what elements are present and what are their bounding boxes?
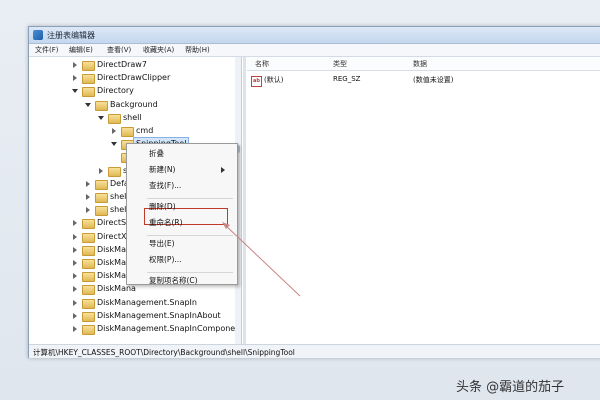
value-row[interactable]: ab (默认) REG_SZ (数值未设置) [247, 75, 600, 87]
collapsed-arrow-icon[interactable] [73, 75, 77, 82]
collapsed-arrow-icon[interactable] [112, 128, 116, 134]
folder-icon [82, 325, 95, 335]
collapsed-arrow-icon[interactable] [86, 207, 90, 214]
collapsed-arrow-icon[interactable] [73, 246, 77, 253]
regedit-app-icon [33, 30, 43, 40]
context-menu-item[interactable]: 权限(P)... [149, 254, 233, 266]
title-bar[interactable]: 注册表编辑器 [29, 27, 600, 44]
collapsed-arrow-icon[interactable] [86, 194, 90, 200]
tree-node-label: DiskManagement.SnapInAbout [97, 310, 221, 320]
expanded-arrow-icon[interactable] [98, 115, 104, 120]
folder-icon [82, 61, 95, 71]
pane-splitter[interactable] [243, 57, 246, 357]
context-menu-item[interactable]: 导出(E) [149, 238, 233, 250]
tree-node-label: DirectDraw7 [97, 60, 147, 69]
values-list-header: 名称 类型 数据 [247, 57, 600, 71]
collapsed-arrow-icon[interactable] [73, 260, 77, 266]
tree-node-label: DiskManagement.SnapInComponent [97, 324, 242, 333]
context-menu-item-label: 删除(D) [149, 202, 176, 211]
context-menu-item-label: 查找(F)... [149, 181, 182, 190]
status-bar: 计算机\HKEY_CLASSES_ROOT\Directory\Backgrou… [29, 344, 600, 358]
folder-icon [82, 74, 95, 85]
menu-file[interactable]: 文件(F) [35, 45, 59, 55]
folder-icon [108, 113, 121, 124]
collapsed-arrow-icon[interactable] [73, 62, 77, 68]
folder-icon [95, 179, 108, 190]
column-name[interactable]: 名称 [255, 59, 269, 69]
menu-separator [147, 235, 233, 236]
folder-icon [95, 206, 108, 217]
folder-icon [82, 87, 95, 98]
folder-icon [82, 298, 95, 309]
collapsed-arrow-icon[interactable] [73, 326, 77, 332]
folder-icon [95, 193, 108, 203]
context-menu-item[interactable]: 新建(N) [149, 164, 233, 176]
folder-icon [108, 166, 121, 177]
collapsed-arrow-icon[interactable] [73, 312, 77, 319]
tree-node-label: DiskMana [97, 284, 136, 294]
menu-view[interactable]: 查看(V) [107, 45, 131, 55]
ab-value-icon: ab [251, 76, 262, 87]
context-menu-item[interactable]: 删除(D) [149, 201, 233, 213]
collapsed-arrow-icon[interactable] [73, 233, 77, 240]
menu-separator [147, 198, 233, 199]
collapsed-arrow-icon[interactable] [86, 180, 90, 187]
folder-icon [82, 245, 95, 256]
context-menu-item-label: 新建(N) [149, 165, 176, 174]
menu-bar: 文件(F) 编辑(E) 查看(V) 收藏夹(A) 帮助(H) [29, 44, 600, 57]
folder-icon [82, 272, 95, 283]
tree-node-label: Background [110, 99, 158, 109]
folder-icon [82, 219, 95, 230]
menu-edit[interactable]: 编辑(E) [69, 45, 93, 55]
status-path: 计算机\HKEY_CLASSES_ROOT\Directory\Backgrou… [33, 348, 295, 357]
registry-editor-window: 注册表编辑器 文件(F) 编辑(E) 查看(V) 收藏夹(A) 帮助(H) Di… [28, 26, 600, 358]
folder-icon [82, 285, 95, 296]
context-menu: 折叠新建(N) 查找(F)... 删除(D) 重命名(R) 导出(E) 权限(P)... 复… [126, 143, 238, 285]
tree-node-label: DirectDrawClipper [97, 73, 171, 83]
expanded-arrow-icon[interactable] [72, 89, 78, 94]
context-menu-item[interactable]: 重命名(R) [149, 217, 233, 229]
context-menu-item[interactable]: 复制项名称(C) [149, 275, 233, 287]
context-menu-item-label: 复制项名称(C) [149, 276, 198, 285]
tree-node-label: cmd [136, 126, 154, 135]
values-list[interactable]: 名称 类型 数据 ab (默认) REG_SZ (数值未设置) [247, 57, 600, 347]
tree-node-label: Directory [97, 86, 134, 96]
watermark-text: 头条 @霸道的茄子 [456, 380, 565, 395]
folder-icon [121, 127, 134, 137]
folder-icon [82, 311, 95, 322]
submenu-arrow-icon [221, 167, 225, 173]
value-type: REG_SZ [333, 75, 361, 83]
collapsed-arrow-icon[interactable] [99, 167, 103, 174]
collapsed-arrow-icon[interactable] [73, 286, 77, 293]
expanded-arrow-icon[interactable] [85, 102, 91, 107]
context-menu-item-label: 折叠 [149, 149, 164, 158]
folder-icon [82, 259, 95, 269]
menu-separator [147, 272, 233, 273]
context-menu-item[interactable]: 查找(F)... [149, 180, 233, 192]
context-menu-item-label: 导出(E) [149, 239, 175, 248]
tree-node-label: DiskManagement.SnapIn [97, 297, 197, 307]
folder-icon [95, 100, 108, 111]
context-menu-item[interactable]: 折叠 [149, 148, 233, 160]
folder-icon [82, 232, 95, 243]
value-data: (数值未设置) [413, 76, 454, 84]
collapsed-arrow-icon[interactable] [73, 220, 77, 227]
column-type[interactable]: 类型 [333, 59, 347, 69]
collapsed-arrow-icon[interactable] [73, 299, 77, 306]
column-data[interactable]: 数据 [413, 59, 427, 69]
collapsed-arrow-icon[interactable] [73, 273, 77, 280]
context-menu-item-label: 重命名(R) [149, 218, 183, 227]
context-menu-item-label: 权限(P)... [149, 255, 182, 264]
menu-help[interactable]: 帮助(H) [185, 45, 210, 55]
expanded-arrow-icon[interactable] [111, 142, 117, 147]
window-title: 注册表编辑器 [47, 31, 95, 40]
tree-node-label: shell [123, 112, 142, 122]
menu-favorites[interactable]: 收藏夹(A) [143, 45, 174, 55]
value-name: (默认) [264, 76, 284, 84]
